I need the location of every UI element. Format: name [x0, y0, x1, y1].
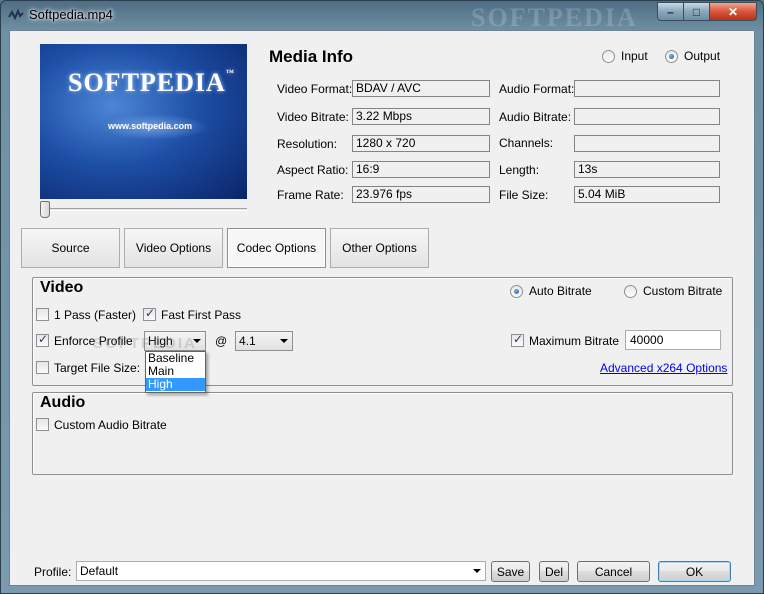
custom-bitrate-label[interactable]: Custom Bitrate	[643, 284, 722, 298]
level-combo[interactable]: 4.1	[235, 331, 293, 351]
advanced-x264-link[interactable]: Advanced x264 Options	[600, 361, 727, 375]
dialog-client: SOFTPEDIA™ www.softpedia.com Media Info …	[9, 30, 755, 586]
profile-select-value: Default	[80, 564, 119, 578]
input-radio[interactable]	[602, 50, 615, 63]
audio-bitrate-label: Audio Bitrate:	[499, 110, 572, 124]
custom-audio-bitrate-checkbox[interactable]	[36, 418, 49, 431]
length-value: 13s	[574, 161, 720, 178]
output-radio[interactable]	[665, 50, 678, 63]
app-icon	[8, 8, 24, 21]
video-group-title: Video	[40, 279, 84, 296]
audio-group-title: Audio	[40, 394, 86, 411]
auto-bitrate-radio[interactable]	[510, 285, 523, 298]
video-bitrate-label: Video Bitrate:	[277, 110, 349, 124]
aspect-ratio-label: Aspect Ratio:	[277, 163, 349, 177]
resolution-value: 1280 x 720	[352, 135, 490, 152]
one-pass-label[interactable]: 1 Pass (Faster)	[54, 308, 136, 322]
custom-audio-bitrate-label[interactable]: Custom Audio Bitrate	[54, 418, 167, 432]
video-format-value: BDAV / AVC	[352, 80, 490, 97]
at-sign: @	[215, 334, 228, 348]
custom-bitrate-radio[interactable]	[624, 285, 637, 298]
output-radio-label[interactable]: Output	[684, 49, 720, 63]
input-radio-label[interactable]: Input	[621, 49, 648, 63]
audio-group	[32, 392, 733, 475]
title-bar[interactable]: Softpedia.mp4 SOFTPEDIA – □ ✕	[1, 1, 763, 32]
tab-other-options[interactable]: Other Options	[330, 228, 429, 268]
preview-tm: ™	[225, 68, 235, 77]
audio-format-value	[574, 80, 720, 97]
close-button[interactable]: ✕	[709, 2, 757, 21]
maximum-bitrate-checkbox[interactable]	[511, 332, 524, 347]
window-title: Softpedia.mp4	[29, 7, 113, 22]
resolution-label: Resolution:	[277, 137, 338, 151]
save-button[interactable]: Save	[491, 561, 530, 582]
target-file-size-label[interactable]: Target File Size:	[54, 361, 140, 375]
enforce-profile-checkbox[interactable]	[36, 332, 49, 347]
seek-thumb[interactable]	[40, 201, 50, 218]
channels-label: Channels:	[499, 136, 554, 150]
frame-rate-value: 23.976 fps	[352, 186, 490, 203]
video-bitrate-value: 3.22 Mbps	[352, 108, 490, 125]
profile-select[interactable]: Default	[76, 561, 486, 581]
chevron-down-icon	[280, 339, 288, 343]
preview-brand: SOFTPEDIA™	[68, 68, 235, 98]
title-watermark: SOFTPEDIA	[471, 3, 638, 32]
tab-codec-options[interactable]: Codec Options	[227, 228, 326, 268]
file-size-value: 5.04 MiB	[574, 186, 720, 203]
fast-first-pass-checkbox[interactable]	[143, 306, 156, 321]
enforce-profile-label[interactable]: Enforce Profile	[54, 334, 133, 348]
fast-first-pass-label[interactable]: Fast First Pass	[161, 308, 241, 322]
delete-button[interactable]: Del	[539, 561, 569, 582]
video-preview: SOFTPEDIA™ www.softpedia.com	[40, 44, 247, 199]
audio-format-label: Audio Format:	[499, 82, 575, 96]
profile-option-high[interactable]: High	[146, 378, 205, 391]
tab-source[interactable]: Source	[21, 228, 120, 268]
target-file-size-checkbox[interactable]	[36, 361, 49, 374]
tab-video-options[interactable]: Video Options	[124, 228, 223, 268]
maximum-bitrate-input[interactable]: 40000	[625, 330, 721, 350]
maximize-button[interactable]: □	[683, 2, 710, 21]
main-window: Softpedia.mp4 SOFTPEDIA – □ ✕ SOFTPEDIA™…	[0, 0, 764, 594]
cancel-button[interactable]: Cancel	[577, 561, 650, 582]
seek-track[interactable]	[40, 208, 247, 211]
auto-bitrate-label[interactable]: Auto Bitrate	[529, 284, 592, 298]
profile-combo-value: High	[148, 334, 173, 348]
file-size-label: File Size:	[499, 188, 549, 202]
profile-combo[interactable]: High	[144, 331, 206, 351]
audio-bitrate-value	[574, 108, 720, 125]
profile-label: Profile:	[34, 565, 72, 579]
maximum-bitrate-label[interactable]: Maximum Bitrate	[529, 334, 619, 348]
one-pass-checkbox[interactable]	[36, 308, 49, 321]
preview-url: www.softpedia.com	[108, 121, 193, 131]
aspect-ratio-value: 16:9	[352, 161, 490, 178]
ok-button[interactable]: OK	[658, 561, 731, 582]
media-info-title: Media Info	[269, 47, 354, 66]
frame-rate-label: Frame Rate:	[277, 188, 344, 202]
video-format-label: Video Format:	[277, 82, 353, 96]
level-combo-value: 4.1	[239, 334, 256, 348]
minimize-button[interactable]: –	[657, 2, 684, 21]
length-label: Length:	[499, 163, 540, 177]
preview-brand-text: SOFTPEDIA	[68, 68, 226, 97]
channels-value	[574, 135, 720, 152]
chevron-down-icon	[473, 569, 481, 573]
profile-dropdown-list: Baseline Main High	[145, 351, 206, 393]
chevron-down-icon	[193, 339, 201, 343]
